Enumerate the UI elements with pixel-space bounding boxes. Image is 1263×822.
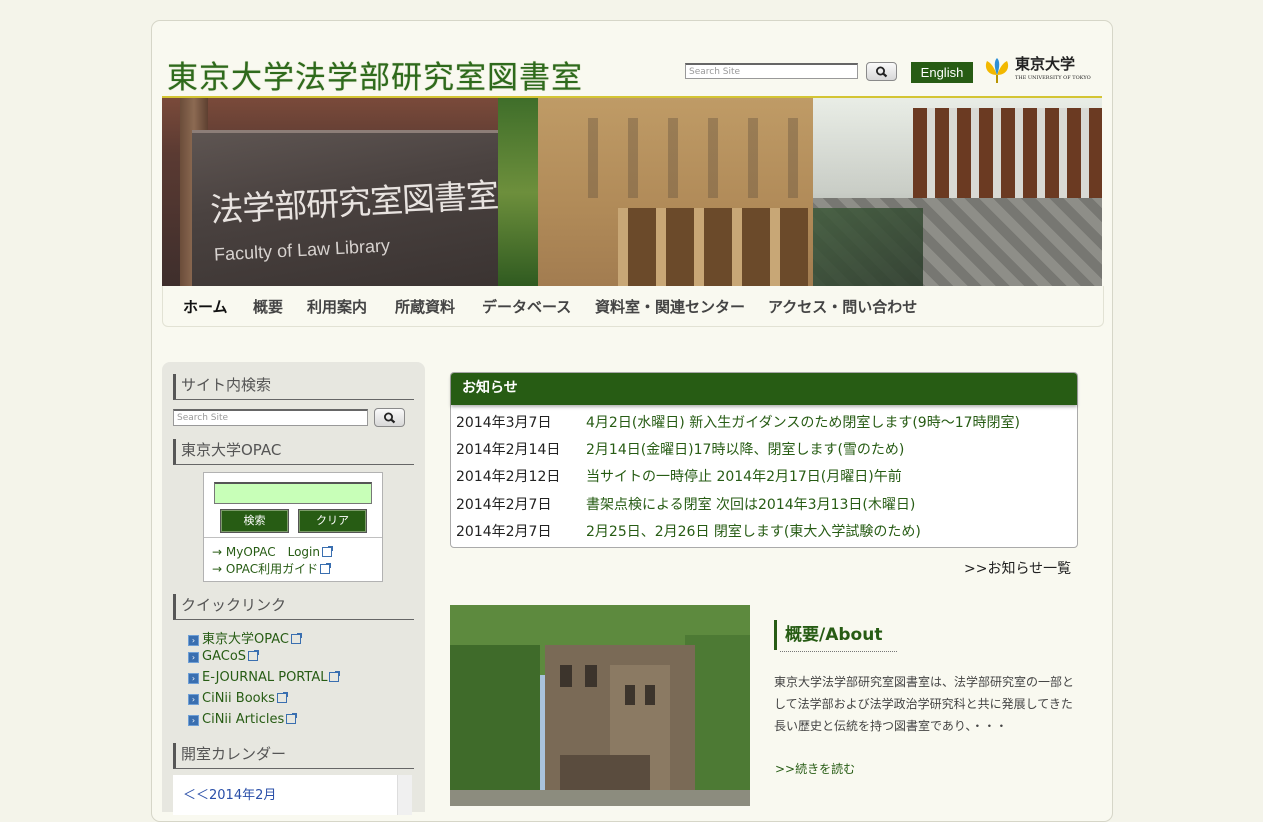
nav-databases[interactable]: データベース bbox=[482, 296, 571, 317]
main-nav: ホーム 概要 利用案内 所蔵資料 データベース 資料室・関連センター アクセス・… bbox=[162, 286, 1104, 327]
myopac-login-link[interactable]: → MyOPAC Login bbox=[212, 543, 333, 560]
external-link-icon bbox=[276, 692, 288, 703]
arrow-right-icon: › bbox=[188, 652, 199, 663]
external-link-icon bbox=[290, 633, 302, 644]
university-logo[interactable]: 東京大学 THE UNIVERSITY OF TOKYO bbox=[983, 56, 1092, 86]
quicklink-ejournal-portal[interactable]: › E-JOURNAL PORTAL bbox=[188, 670, 341, 685]
news-item: 2014年2月7日 書架点検による閉室 次回は2014年3月13日(木曜日) bbox=[456, 494, 915, 514]
building-photo-image bbox=[450, 605, 750, 806]
news-date: 2014年2月14日 bbox=[456, 442, 561, 458]
sidebar-search-button[interactable] bbox=[374, 408, 405, 427]
arrow-right-icon: › bbox=[188, 673, 199, 684]
quicklink-utokyo-opac[interactable]: › 東京大学OPAC bbox=[188, 628, 302, 647]
news-item: 2014年2月7日 2月25日、2月26日 閉室します(東大入学試験のため) bbox=[456, 521, 921, 541]
opac-guide-link[interactable]: → OPAC利用ガイド bbox=[212, 560, 332, 577]
about-read-more-link[interactable]: >>続きを読む bbox=[775, 760, 855, 777]
external-link-icon bbox=[320, 563, 332, 574]
quicklink-heading: クイックリンク bbox=[173, 594, 414, 620]
opac-search-button[interactable]: 検索 bbox=[220, 509, 289, 533]
arrow-right-icon: › bbox=[188, 715, 199, 726]
opac-divider bbox=[204, 537, 382, 538]
news-item: 2014年3月7日 4月2日(水曜日) 新入生ガイダンスのため閉室します(9時～1… bbox=[456, 412, 1020, 432]
news-date: 2014年2月12日 bbox=[456, 469, 561, 485]
nav-usage-guide[interactable]: 利用案内 bbox=[307, 296, 367, 317]
news-item: 2014年2月14日 2月14日(金曜日)17時以降、閉室します(雪のため) bbox=[456, 439, 904, 459]
site-search-input[interactable]: Search Site bbox=[685, 63, 858, 79]
banner-building-photo bbox=[498, 98, 813, 287]
news-link[interactable]: 2月14日(金曜日)17時以降、閉室します(雪のため) bbox=[586, 439, 904, 459]
nav-home[interactable]: ホーム bbox=[183, 296, 228, 317]
sidebar-search-input[interactable]: Search Site bbox=[173, 409, 368, 426]
calendar-scrollbar[interactable] bbox=[397, 775, 412, 815]
ginkgo-logo-icon bbox=[985, 58, 1009, 83]
arrow-right-icon: › bbox=[188, 635, 199, 646]
about-text: 東京大学法学部研究室図書室は、法学部研究室の一部として法学部および法学政治学研究… bbox=[774, 675, 1075, 733]
opac-heading: 東京大学OPAC bbox=[173, 439, 414, 465]
nav-reference-rooms[interactable]: 資料室・関連センター bbox=[595, 296, 745, 317]
quicklink-cinii-books[interactable]: › CiNii Books bbox=[188, 691, 288, 706]
search-icon bbox=[383, 412, 395, 423]
external-link-icon bbox=[329, 671, 341, 682]
site-title[interactable]: 東京大学法学部研究室図書室 bbox=[167, 52, 583, 97]
quicklink-gacos[interactable]: › GACoS bbox=[188, 649, 260, 664]
news-date: 2014年2月7日 bbox=[456, 497, 552, 513]
banner-stacks-photo bbox=[813, 98, 1102, 287]
news-link[interactable]: 4月2日(水曜日) 新入生ガイダンスのため閉室します(9時～17時閉室) bbox=[586, 412, 1020, 432]
calendar-widget: ＜＜2014年2月 bbox=[173, 775, 412, 815]
calendar-prev-month-link[interactable]: ＜＜2014年2月 bbox=[183, 784, 276, 803]
external-link-icon bbox=[286, 713, 298, 724]
university-logo-text: 東京大学 THE UNIVERSITY OF TOKYO bbox=[1015, 55, 1091, 82]
opac-search-input[interactable] bbox=[214, 482, 372, 504]
external-link-icon bbox=[248, 650, 260, 661]
opac-clear-button[interactable]: クリア bbox=[298, 509, 367, 533]
news-panel: お知らせ 2014年3月7日 4月2日(水曜日) 新入生ガイダンスのため閉室します… bbox=[450, 372, 1078, 548]
nav-collections[interactable]: 所蔵資料 bbox=[395, 296, 455, 317]
news-heading: お知らせ bbox=[451, 373, 1077, 405]
news-date: 2014年2月7日 bbox=[456, 524, 552, 540]
nav-access-contact[interactable]: アクセス・問い合わせ bbox=[768, 296, 917, 317]
nav-overview[interactable]: 概要 bbox=[253, 296, 283, 317]
news-link[interactable]: 書架点検による閉室 次回は2014年3月13日(木曜日) bbox=[586, 494, 915, 514]
news-date: 2014年3月7日 bbox=[456, 415, 552, 431]
about-heading: 概要/About bbox=[774, 620, 882, 650]
about-heading-underline bbox=[780, 651, 897, 652]
news-link[interactable]: 当サイトの一時停止 2014年2月17日(月曜日)午前 bbox=[586, 466, 902, 486]
news-link[interactable]: 2月25日、2月26日 閉室します(東大入学試験のため) bbox=[586, 521, 921, 541]
banner-sign-photo: 法学部研究室図書室 Faculty of Law Library bbox=[162, 98, 499, 287]
calendar-heading: 開室カレンダー bbox=[173, 743, 414, 769]
arrow-right-icon: › bbox=[188, 694, 199, 705]
external-link-icon bbox=[322, 546, 333, 557]
news-list-link[interactable]: >>お知らせ一覧 bbox=[964, 558, 1071, 578]
news-item: 2014年2月12日 当サイトの一時停止 2014年2月17日(月曜日)午前 bbox=[456, 466, 902, 486]
opac-search-box: 検索 クリア → MyOPAC Login → OPAC利用ガイド bbox=[203, 472, 383, 582]
search-button[interactable] bbox=[866, 62, 897, 81]
quicklink-cinii-articles[interactable]: › CiNii Articles bbox=[188, 712, 298, 727]
site-search-heading: サイト内検索 bbox=[173, 374, 414, 400]
header-banner: 法学部研究室図書室 Faculty of Law Library bbox=[162, 96, 1102, 289]
english-button[interactable]: English bbox=[911, 62, 973, 83]
library-building-photo bbox=[450, 605, 750, 806]
search-icon bbox=[875, 66, 887, 77]
